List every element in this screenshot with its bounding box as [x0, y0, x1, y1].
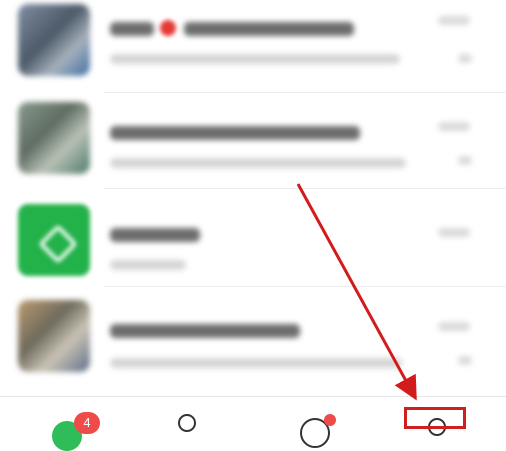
annotation-arrow: [296, 183, 417, 401]
